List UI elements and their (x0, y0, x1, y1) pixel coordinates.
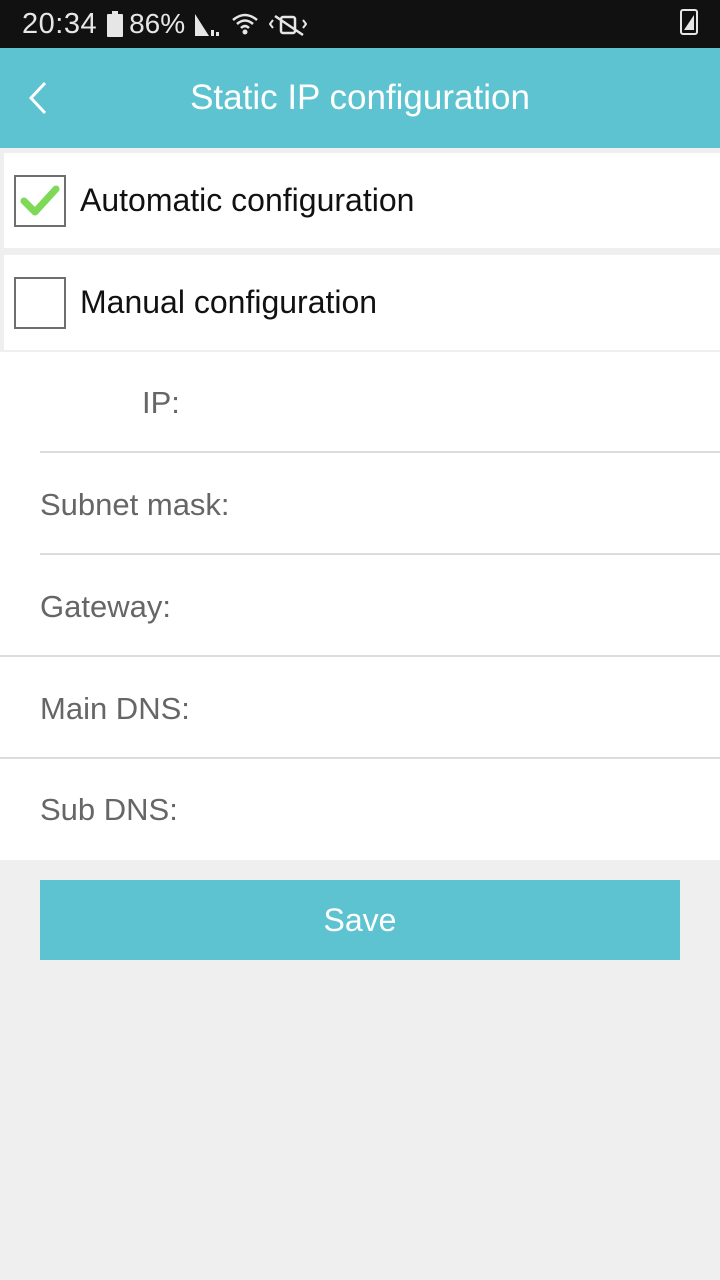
battery-icon (107, 11, 124, 37)
divider (0, 655, 720, 657)
manual-configuration-label: Manual configuration (80, 284, 378, 320)
wifi-icon (231, 11, 259, 37)
ip-input[interactable] (270, 372, 700, 434)
chevron-left-icon (28, 81, 47, 115)
app-bar: Static IP configuration (0, 48, 720, 148)
subnet-mask-row: Subnet mask: (0, 454, 720, 555)
divider (40, 553, 720, 555)
mute-icon (269, 11, 308, 37)
manual-configuration-checkbox[interactable] (14, 276, 66, 329)
subnet-mask-input[interactable] (270, 474, 700, 536)
subnet-mask-label: Subnet mask: (40, 486, 230, 522)
ip-label: IP: (142, 384, 180, 420)
sub-dns-input[interactable] (270, 779, 700, 841)
back-button[interactable] (18, 74, 58, 122)
automatic-configuration-option[interactable]: Automatic configuration (4, 153, 720, 248)
gateway-row: Gateway: (0, 556, 720, 657)
main-dns-label: Main DNS: (40, 690, 190, 726)
status-right (680, 8, 720, 40)
automatic-configuration-checkbox[interactable] (14, 174, 66, 227)
sub-dns-row: Sub DNS: (0, 759, 720, 860)
sub-dns-label: Sub DNS: (40, 791, 178, 827)
divider (40, 451, 720, 453)
ip-settings-form: IP: Subnet mask: Gateway: Main DNS: Sub … (0, 352, 720, 860)
automatic-configuration-label: Automatic configuration (80, 182, 415, 218)
status-bar: 20:34 86% (0, 0, 720, 48)
status-left: 20:34 86% (0, 0, 308, 48)
gateway-label: Gateway: (40, 588, 171, 624)
page-title: Static IP configuration (190, 78, 530, 117)
main-dns-row: Main DNS: (0, 658, 720, 759)
screen-rotation-icon (680, 8, 698, 40)
save-button[interactable]: Save (40, 880, 680, 960)
battery-percent: 86% (129, 8, 186, 39)
signal-icon (195, 12, 221, 36)
main-dns-input[interactable] (270, 678, 700, 740)
checkmark-icon (20, 185, 60, 215)
ip-row: IP: (0, 352, 720, 453)
status-time: 20:34 (22, 7, 98, 40)
gateway-input[interactable] (270, 576, 700, 638)
manual-configuration-option[interactable]: Manual configuration (4, 255, 720, 350)
